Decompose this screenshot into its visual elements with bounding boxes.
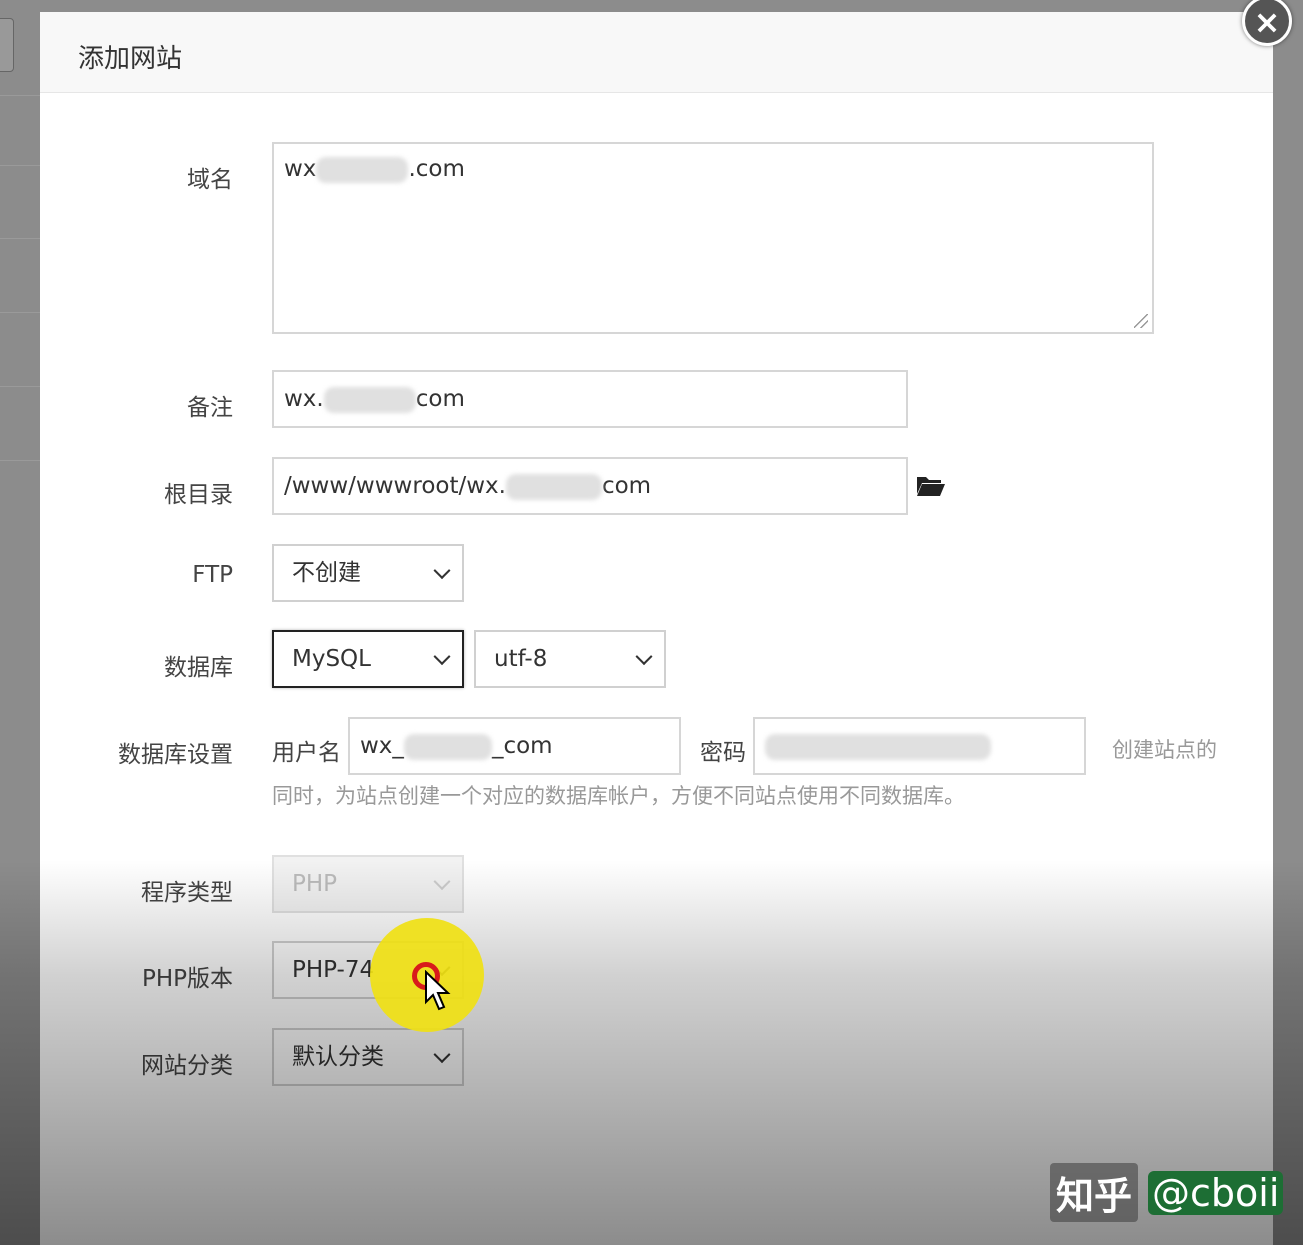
- db-password-input[interactable]: [753, 717, 1086, 775]
- background-divider: [0, 460, 40, 461]
- category-select[interactable]: 默认分类: [272, 1028, 464, 1086]
- note-input[interactable]: wx. com: [272, 370, 908, 428]
- ftp-label: FTP: [192, 562, 233, 588]
- program-type-value: PHP: [292, 871, 338, 897]
- domain-textarea[interactable]: wx .com: [272, 142, 1154, 334]
- background-divider: [0, 312, 40, 313]
- root-dir-value-prefix: /www/wwwroot/wx.: [284, 473, 506, 499]
- chevron-down-icon: [635, 648, 653, 666]
- chevron-down-icon: [433, 562, 451, 580]
- note-value-prefix: wx.: [284, 386, 324, 412]
- background-divider: [0, 238, 40, 239]
- root-dir-label: 根目录: [164, 482, 233, 508]
- db-username-label: 用户名: [272, 740, 341, 766]
- database-type-select[interactable]: MySQL: [272, 630, 464, 688]
- resize-handle-icon[interactable]: [1134, 314, 1148, 328]
- program-type-label: 程序类型: [141, 880, 233, 906]
- db-settings-label: 数据库设置: [118, 742, 233, 768]
- db-username-prefix: wx_: [360, 733, 404, 759]
- program-type-select: PHP: [272, 855, 464, 913]
- background-divider: [0, 95, 40, 96]
- chevron-down-icon: [433, 1046, 451, 1064]
- database-label: 数据库: [164, 655, 233, 681]
- root-dir-value-suffix: com: [601, 473, 652, 499]
- chevron-down-icon: [433, 648, 451, 666]
- db-hint-line2: 同时，为站点创建一个对应的数据库帐户，方便不同站点使用不同数据库。: [272, 784, 965, 808]
- domain-label: 域名: [187, 167, 233, 193]
- background-divider: [0, 165, 40, 166]
- db-hint-line1: 创建站点的: [1112, 738, 1217, 762]
- db-username-input[interactable]: wx_ _com: [348, 717, 681, 775]
- dialog-header: 添加网站: [40, 12, 1273, 93]
- note-value-suffix: com: [415, 386, 465, 412]
- redacted-text: [505, 473, 602, 500]
- background-button: [0, 18, 14, 72]
- domain-value-prefix: wx: [284, 156, 317, 182]
- database-charset-select[interactable]: utf-8: [474, 630, 666, 688]
- mouse-pointer-icon: [425, 970, 451, 1011]
- domain-value-suffix: .com: [408, 156, 465, 182]
- ftp-select[interactable]: 不创建: [272, 544, 464, 602]
- redacted-text: [403, 733, 492, 760]
- database-type-value: MySQL: [292, 646, 371, 672]
- folder-open-icon[interactable]: [916, 474, 946, 498]
- database-charset-value: utf-8: [494, 646, 548, 672]
- dialog-title: 添加网站: [78, 44, 183, 74]
- db-password-label: 密码: [700, 740, 746, 766]
- ftp-select-value: 不创建: [292, 560, 361, 586]
- redacted-text: [765, 733, 991, 760]
- category-value: 默认分类: [292, 1044, 384, 1070]
- php-version-label: PHP版本: [141, 966, 233, 992]
- chevron-down-icon: [433, 873, 451, 891]
- note-label: 备注: [187, 395, 233, 421]
- php-version-value: PHP-74: [292, 957, 375, 983]
- watermark-site: 知乎: [1050, 1163, 1139, 1222]
- category-label: 网站分类: [141, 1053, 233, 1079]
- redacted-text: [323, 386, 416, 413]
- close-icon: ×: [1253, 3, 1281, 41]
- redacted-text: [316, 156, 409, 183]
- background-divider: [0, 386, 40, 387]
- root-dir-input[interactable]: /www/wwwroot/wx. com: [272, 457, 908, 515]
- db-username-suffix: _com: [491, 733, 553, 759]
- watermark: 知乎 @cboii: [1050, 1163, 1284, 1222]
- add-site-dialog: 添加网站 域名 wx .com 备注 wx. com 根目录 /www/wwwroo…: [40, 12, 1273, 1245]
- watermark-user: @cboii: [1148, 1170, 1284, 1215]
